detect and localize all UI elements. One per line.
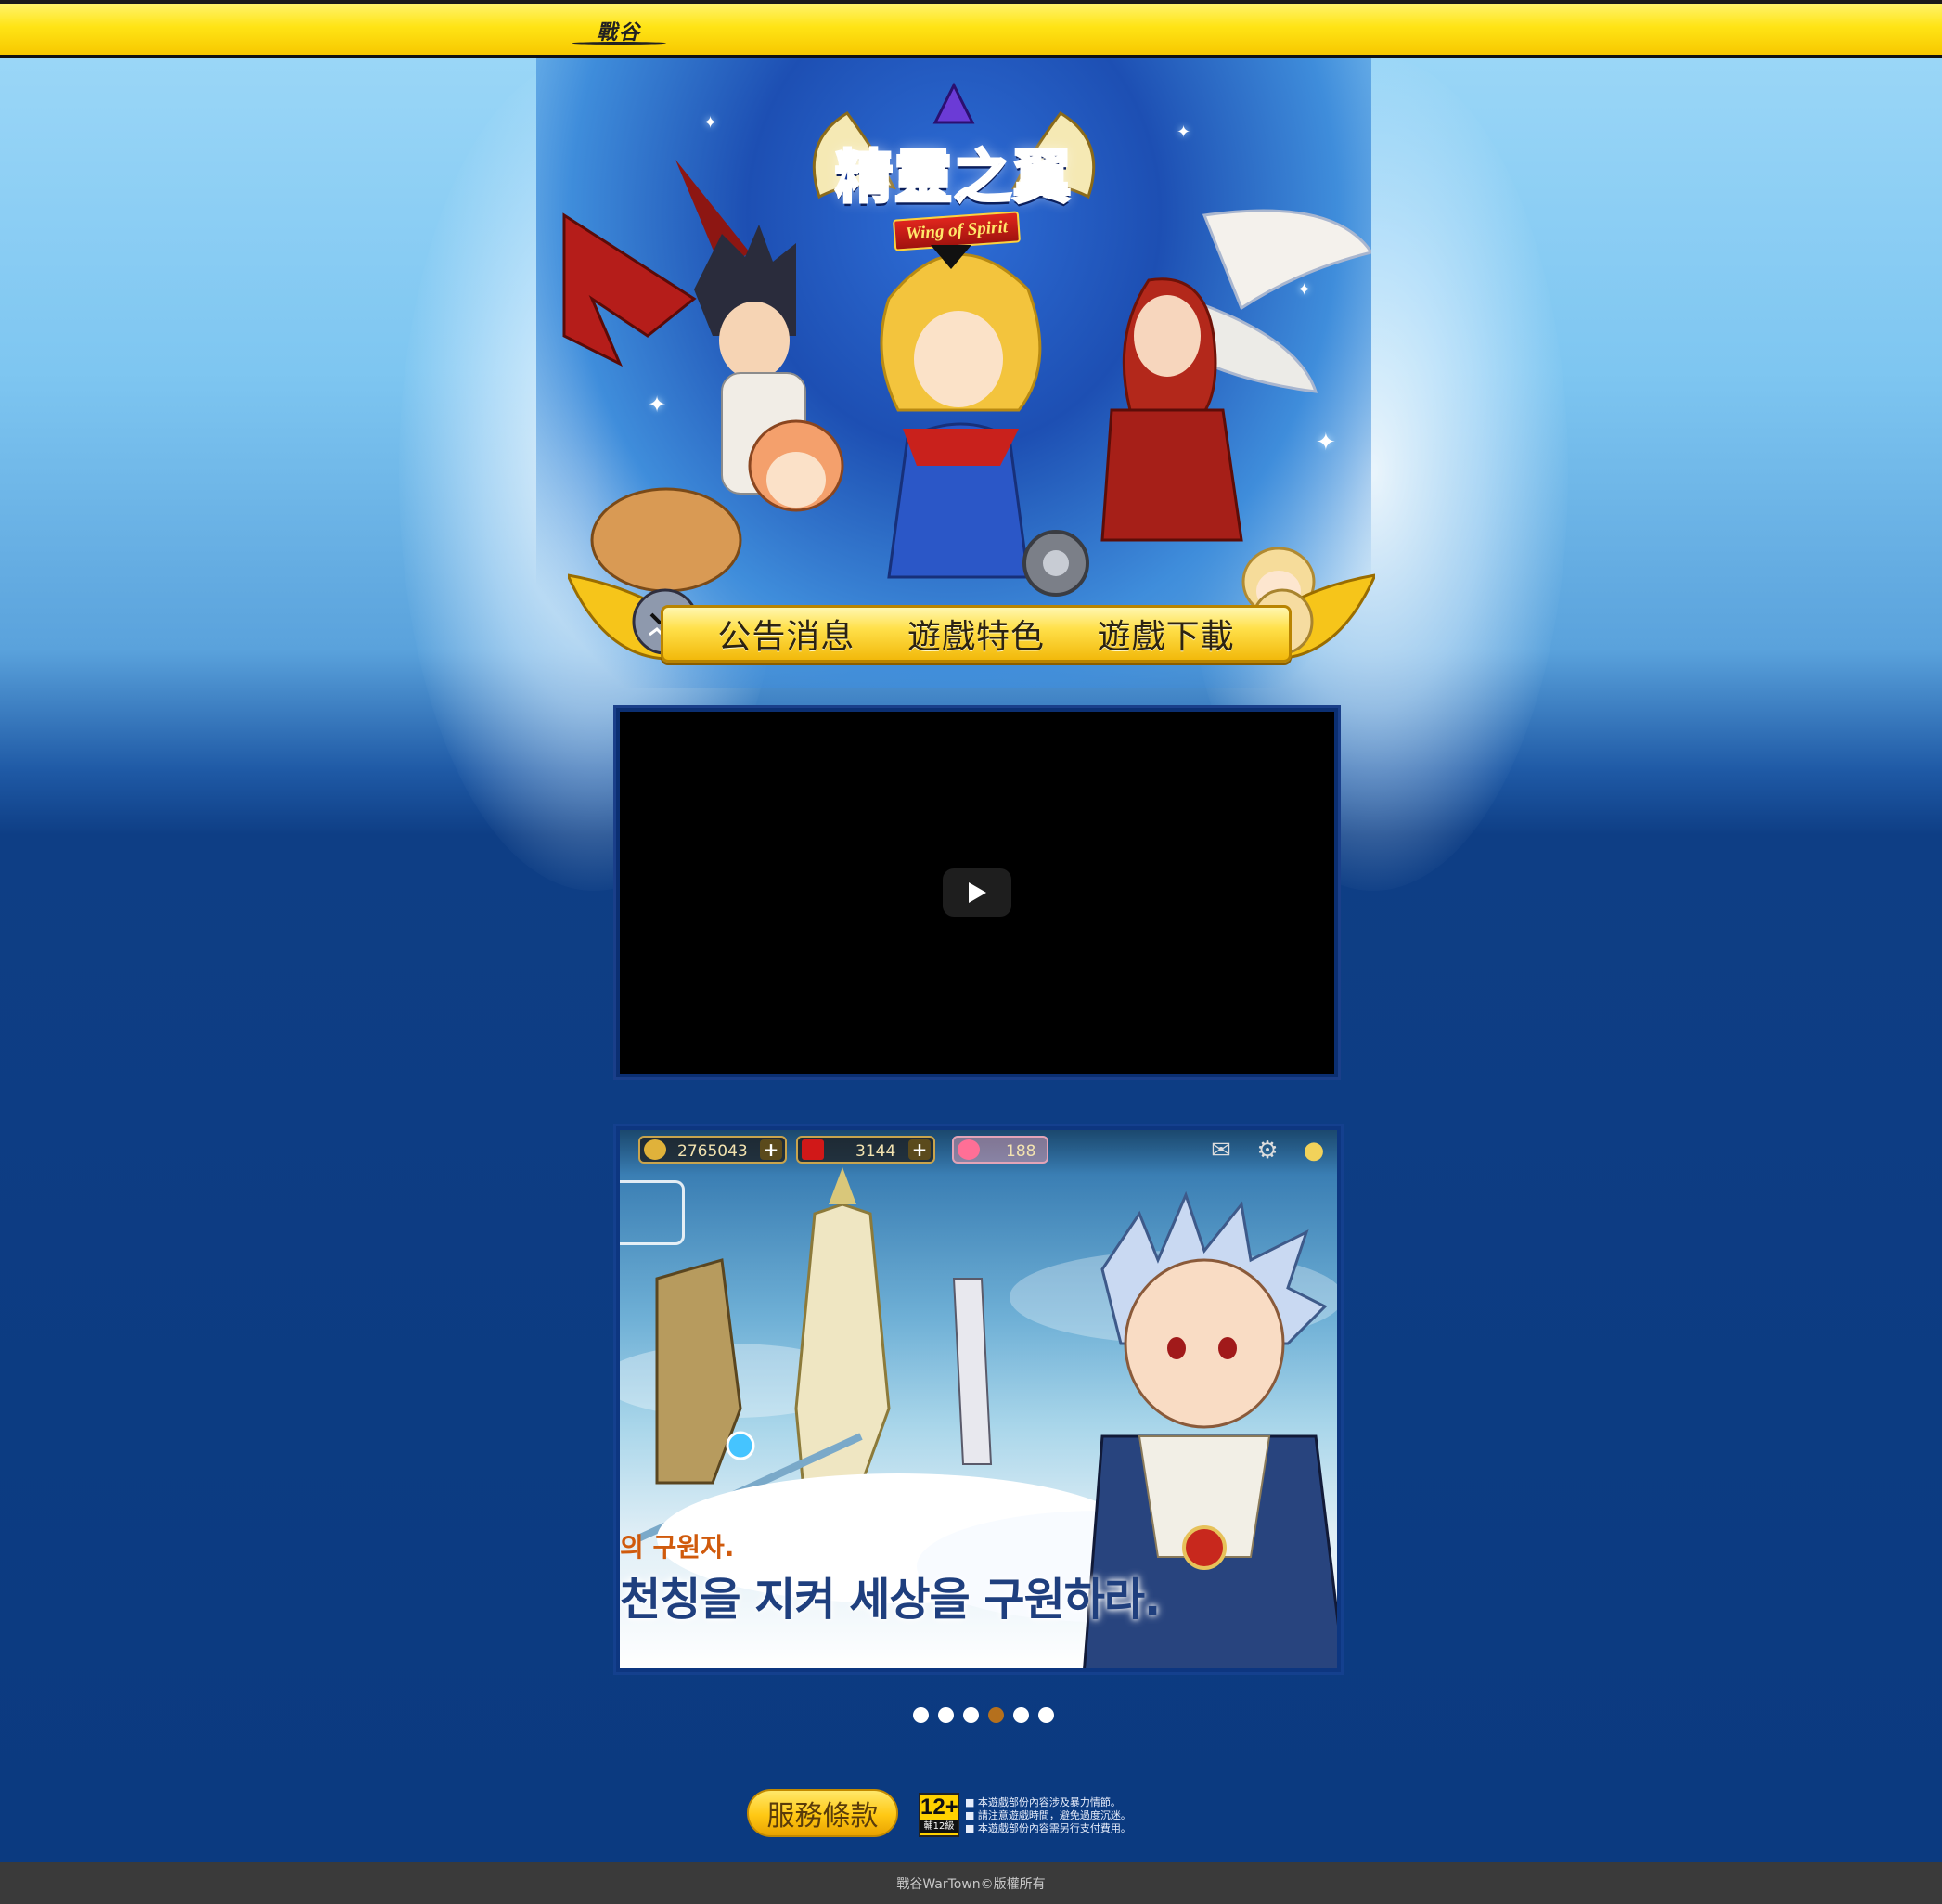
copyright-text: 戰谷WarTown©版權所有 [896, 1876, 1046, 1892]
nav-bar: 公告消息 遊戲特色 遊戲下載 [661, 605, 1292, 663]
gem-counter: 3144 + [796, 1136, 935, 1164]
terms-of-service-button[interactable]: 服務條款 [747, 1789, 898, 1837]
gem-value: 3144 [855, 1142, 896, 1161]
heart-icon [958, 1139, 980, 1160]
rating-note: ■ 請注意遊戲時間，避免過度沉迷。 [965, 1809, 1131, 1821]
carousel-dot-5[interactable] [1013, 1707, 1029, 1723]
carousel-dot-6[interactable] [1038, 1707, 1054, 1723]
game-hud: 2765043 + 3144 + 188 ✉ ⚙ ● [620, 1130, 1337, 1175]
nav-item-download[interactable]: 遊戲下載 [1098, 610, 1235, 658]
mail-icon: ✉ [1211, 1137, 1231, 1164]
play-button[interactable] [943, 868, 1011, 917]
nav-item-news[interactable]: 公告消息 [717, 610, 855, 658]
rating-number: 12+ [920, 1795, 958, 1820]
game-screenshot: 2765043 + 3144 + 188 ✉ ⚙ ● 의 구원자. 천칭을 지켜… [620, 1130, 1337, 1668]
rating-label: 輔12級 [920, 1820, 958, 1833]
age-rating-badge: 12+ 輔12級 [919, 1793, 959, 1837]
video-screen[interactable] [620, 712, 1334, 1074]
heart-counter: 188 [952, 1136, 1048, 1164]
gem-icon [802, 1139, 824, 1160]
top-bar: 戰谷 [0, 0, 1942, 58]
nav-item-features[interactable]: 遊戲特色 [907, 610, 1045, 658]
coin-icon [644, 1139, 666, 1160]
game-title: 精靈之翼 [833, 142, 1073, 212]
rating-notes: ■ 本遊戲部份內容涉及暴力情節。 ■ 請注意遊戲時間，避免過度沉迷。 ■ 本遊戲… [965, 1796, 1131, 1835]
add-gold-icon: + [760, 1139, 782, 1160]
carousel-dot-3[interactable] [963, 1707, 979, 1723]
back-icon [620, 1180, 685, 1245]
gold-counter: 2765043 + [638, 1136, 787, 1164]
add-gem-icon: + [908, 1139, 931, 1160]
screenshot-caption-small: 의 구원자. [620, 1532, 735, 1563]
rating-note: ■ 本遊戲部份內容需另行支付費用。 [965, 1822, 1131, 1834]
carousel-dot-1[interactable] [913, 1707, 929, 1723]
screenshot-carousel[interactable]: 2765043 + 3144 + 188 ✉ ⚙ ● 의 구원자. 천칭을 지켜… [613, 1124, 1344, 1675]
gear-icon: ⚙ [1256, 1137, 1279, 1164]
chat-icon: ● [1303, 1137, 1325, 1164]
play-icon [969, 882, 986, 903]
heart-value: 188 [1006, 1142, 1036, 1161]
video-player[interactable] [613, 705, 1341, 1080]
game-logo[interactable]: 精靈之翼 Wing of Spirit [791, 76, 1116, 289]
carousel-dot-4[interactable] [988, 1707, 1004, 1723]
screenshot-caption-big: 천칭을 지켜 세상을 구원하라. [620, 1574, 1161, 1626]
carousel-dot-2[interactable] [938, 1707, 954, 1723]
footer: 戰谷WarTown©版權所有 [0, 1862, 1942, 1904]
main-nav: 公告消息 遊戲特色 遊戲下載 [568, 557, 1375, 677]
carousel-dots [913, 1707, 1054, 1726]
logo-ribbon-point [931, 245, 971, 269]
gold-value: 2765043 [677, 1142, 748, 1161]
brand-logo[interactable]: 戰谷 [568, 15, 670, 46]
rating-note: ■ 本遊戲部份內容涉及暴力情節。 [965, 1796, 1121, 1808]
